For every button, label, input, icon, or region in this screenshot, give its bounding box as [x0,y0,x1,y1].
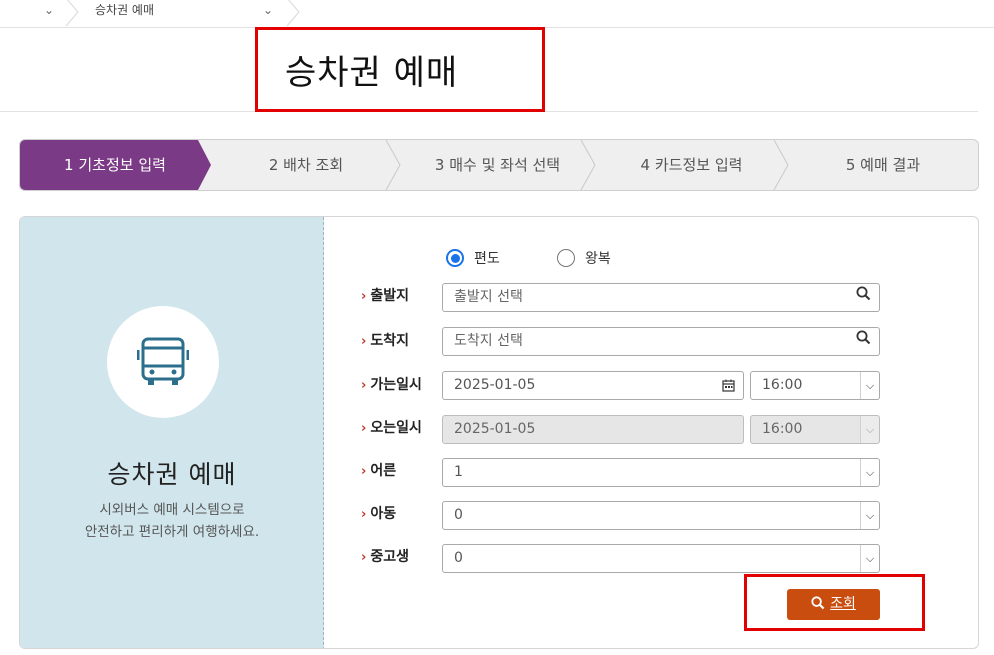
adult-label-text: 어른 [370,463,397,479]
search-icon[interactable] [856,328,871,355]
go-time-select[interactable]: 16:00 ⌵ [750,371,880,400]
title-area: 승차권 예매 [0,28,978,112]
go-date-value: 2025-01-05 [454,377,536,393]
student-count-select[interactable]: 0 ⌵ [442,544,880,573]
search-button-label: 조회 [830,596,856,612]
go-date-input[interactable]: 2025-01-05 [442,371,744,400]
return-time-value: 16:00 [762,421,803,437]
panel-description: 시외버스 예매 시스템으로 안전하고 편리하게 여행하세요. [20,499,324,543]
bus-icon [137,337,189,385]
chevron-down-icon[interactable]: ⌵ [860,372,879,399]
bullet-arrow-icon: › [361,421,367,436]
return-date-value: 2025-01-05 [454,421,536,437]
departure-placeholder: 출발지 선택 [454,289,523,305]
panel-title: 승차권 예매 [107,460,237,489]
step-5: 5 예매 결과 [845,156,921,174]
child-count-value: 0 [454,507,463,523]
radio-round-trip-label: 왕복 [585,251,611,267]
go-time-value: 16:00 [762,377,803,393]
bullet-arrow-icon: › [361,334,367,349]
adult-count-value: 1 [454,464,463,480]
step-2: 2 배차 조회 [268,156,344,174]
step-4: 4 카드정보 입력 [640,156,743,174]
bullet-arrow-icon: › [361,378,367,393]
child-label-text: 아동 [370,506,397,522]
radio-one-way-indicator[interactable] [446,249,464,267]
step-progress: 1 기초정보 입력 2 배차 조회 3 매수 및 좌석 선택 4 카드정보 입력… [19,139,979,191]
go-datetime-label: › 가는일시 [361,371,422,399]
adult-label: › 어른 [361,457,396,485]
search-button[interactable]: 조회 [787,589,880,620]
return-time-select: 16:00 ⌵ [750,415,880,444]
return-datetime-label: › 오는일시 [361,414,422,442]
home-chevron-down-icon[interactable]: ⌄ [44,3,54,17]
breadcrumb: ⌄ 승차권 예매 ⌄ [0,0,994,28]
breadcrumb-separator [286,0,300,27]
child-count-select[interactable]: 0 ⌵ [442,501,880,530]
chevron-down-icon[interactable]: ⌵ [860,545,879,572]
radio-one-way-label: 편도 [474,251,500,267]
child-label: › 아동 [361,500,396,528]
student-label-text: 중고생 [370,549,409,565]
return-label-text: 오는일시 [370,420,422,436]
step-3: 3 매수 및 좌석 선택 [434,156,561,174]
student-label: › 중고생 [361,543,409,571]
breadcrumb-separator [65,0,79,27]
student-count-value: 0 [454,550,463,566]
bullet-arrow-icon: › [361,464,367,479]
panel-desc-line1: 시외버스 예매 시스템으로 [99,502,245,518]
page-title: 승차권 예매 [285,53,459,93]
departure-label-text: 출발지 [370,288,409,304]
radio-round-trip-indicator[interactable] [557,249,575,267]
bullet-arrow-icon: › [361,507,367,522]
arrival-input[interactable]: 도착지 선택 [442,327,880,356]
arrival-label: › 도착지 [361,327,409,355]
bullet-arrow-icon: › [361,289,367,304]
departure-label: › 출발지 [361,282,409,310]
adult-count-select[interactable]: 1 ⌵ [442,458,880,487]
return-date-input: 2025-01-05 [442,415,744,444]
calendar-icon[interactable] [722,372,735,402]
radio-one-way[interactable]: 편도 [446,248,500,268]
panel-desc-line2: 안전하고 편리하게 여행하세요. [84,524,260,540]
radio-round-trip[interactable]: 왕복 [557,248,611,268]
arrival-label-text: 도착지 [370,333,409,349]
bullet-arrow-icon: › [361,550,367,565]
breadcrumb-chevron-down-icon[interactable]: ⌄ [263,3,273,17]
chevron-down-icon: ⌵ [860,416,879,443]
bus-icon-circle [107,306,219,418]
go-label-text: 가는일시 [370,377,422,393]
breadcrumb-current[interactable]: 승차권 예매 [95,1,154,18]
info-panel: 승차권 예매 시외버스 예매 시스템으로 안전하고 편리하게 여행하세요. [20,217,324,648]
step-1: 1 기초정보 입력 [64,156,166,174]
search-icon[interactable] [856,284,871,311]
chevron-down-icon[interactable]: ⌵ [860,502,879,529]
chevron-down-icon[interactable]: ⌵ [860,459,879,486]
arrival-placeholder: 도착지 선택 [454,333,523,349]
search-icon [811,589,825,620]
departure-input[interactable]: 출발지 선택 [442,283,880,312]
